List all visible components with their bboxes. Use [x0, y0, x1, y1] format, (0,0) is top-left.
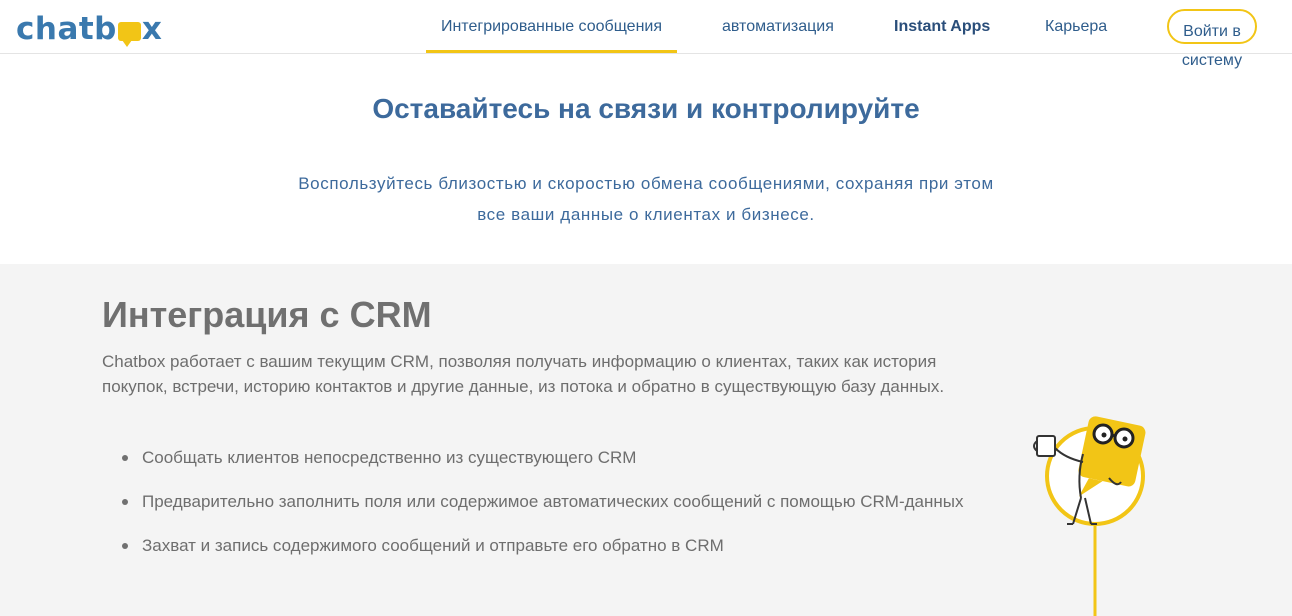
nav-integrated-messaging[interactable]: Интегрированные сообщения [426, 0, 677, 53]
crm-feature-list: Сообщать клиентов непосредственно из сущ… [122, 445, 982, 558]
hero-subtitle-line-2: все ваши данные о клиентах и бизнесе. [477, 205, 815, 224]
login-button-label-2: систему [1181, 52, 1243, 69]
login-button-label-1: Войти в [1183, 23, 1241, 40]
crm-title: Интеграция с CRM [102, 294, 432, 335]
list-item: Сообщать клиентов непосредственно из сущ… [122, 445, 982, 470]
crm-section: Интеграция с CRM Chatbox работает с ваши… [0, 264, 1292, 616]
coffee-mascot-illustration [1033, 416, 1146, 616]
chatbox-logo[interactable]: chatb x [16, 9, 162, 49]
nav-automation[interactable]: автоматизация [722, 0, 834, 54]
site-header: chatb x Интегрированные сообщения автомат… [0, 0, 1292, 69]
nav-instant-apps[interactable]: Instant Apps [894, 0, 990, 54]
login-button[interactable]: Войти в систему [1167, 9, 1257, 69]
logo-text: chatb x [16, 10, 163, 47]
nav-careers[interactable]: Карьера [1045, 0, 1107, 54]
speech-bubble-icon [117, 21, 141, 47]
list-item: Предварительно заполнить поля или содерж… [122, 489, 982, 514]
crm-description: Chatbox работает с вашим текущим CRM, по… [102, 352, 945, 396]
list-item: Захват и запись содержимого сообщений и … [122, 533, 982, 558]
hero-subtitle-line-1: Воспользуйтесь близостью и скоростью обм… [298, 174, 994, 193]
hero-title: Оставайтесь на связи и контролируйте [372, 93, 920, 124]
hero-subtitle: Воспользуйтесь близостью и скоростью обм… [246, 168, 1046, 230]
